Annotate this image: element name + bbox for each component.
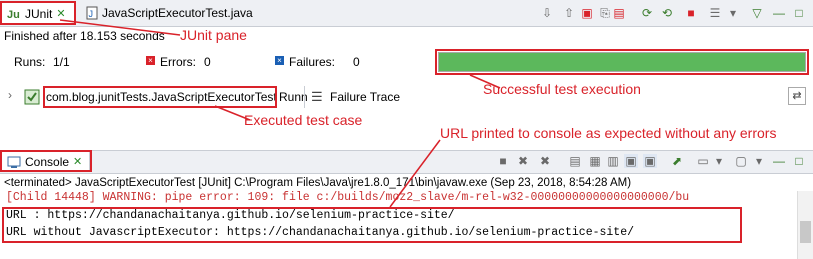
annotation-junit-pane: JUnit pane bbox=[180, 27, 247, 43]
annotation-executed-test-case: Executed test case bbox=[244, 112, 363, 128]
annotation-arrow-junit bbox=[59, 19, 181, 36]
annotation-successful-execution: Successful test execution bbox=[483, 81, 641, 97]
annotation-arrow-console bbox=[389, 139, 441, 208]
annotation-console-note: URL printed to console as expected witho… bbox=[440, 125, 777, 141]
